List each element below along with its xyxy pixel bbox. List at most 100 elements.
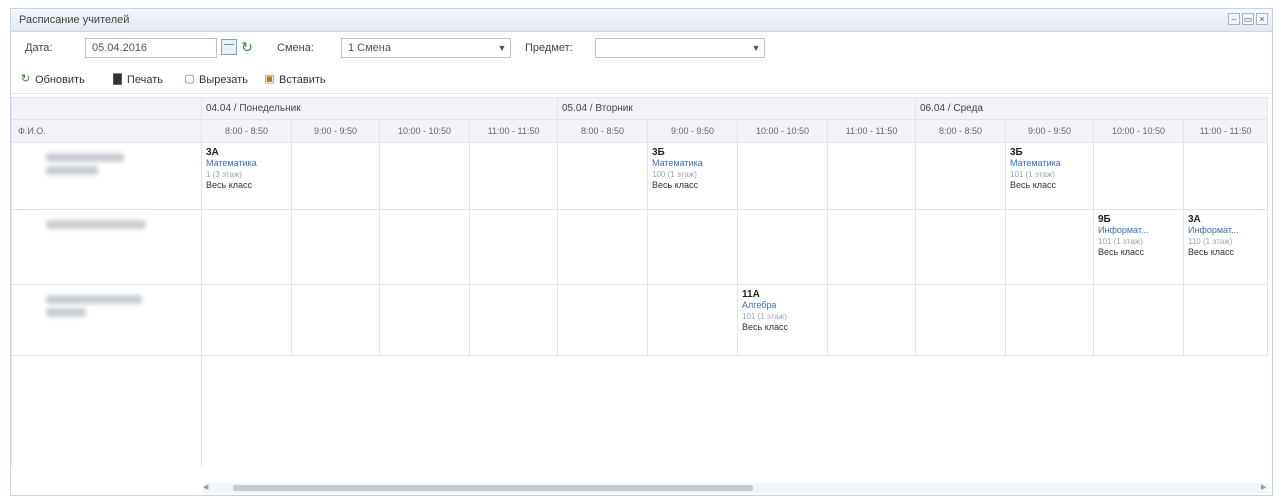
blurred-name [46, 295, 142, 304]
day-header-monday: 04.04 / Понедельник [201, 97, 558, 120]
reset-date-icon[interactable]: ↻ [239, 39, 255, 55]
refresh-icon: ↻ [20, 73, 31, 85]
time-header: 10:00 - 10:50 [1093, 119, 1184, 143]
lesson-cell[interactable] [201, 284, 292, 356]
empty-row [11, 355, 1268, 466]
blurred-name [46, 166, 98, 175]
window-title: Расписание учителей [19, 14, 130, 26]
lesson-cell[interactable] [557, 284, 648, 356]
shift-select[interactable]: 1 Смена [341, 38, 511, 58]
group-label: Весь класс [1010, 180, 1056, 190]
horizontal-scrollbar[interactable]: ◀ ▶ [203, 483, 1269, 493]
lesson-cell[interactable] [469, 209, 558, 285]
subject-select[interactable] [595, 38, 765, 58]
lesson-cell[interactable] [1005, 209, 1094, 285]
lesson-cell[interactable]: 9Б Информат... 101 (1 этаж) Весь класс [1093, 209, 1184, 285]
time-header: 9:00 - 9:50 [291, 119, 380, 143]
title-bar: Расписание учителей – ▭ × [11, 9, 1272, 32]
subject-link[interactable]: Информат... [1098, 225, 1179, 236]
teacher-schedule-window: Расписание учителей – ▭ × Дата: 05.04.20… [10, 8, 1273, 496]
cut-button[interactable]: ▢ Вырезать [183, 73, 248, 86]
lesson-cell[interactable] [291, 209, 380, 285]
paste-button[interactable]: ▣ Вставить [263, 73, 326, 86]
table-row: 3А Математика 1 (3 этаж) Весь класс 3Б М… [11, 142, 1268, 210]
lesson-cell[interactable] [827, 284, 916, 356]
class-label: 3Б [1010, 147, 1023, 158]
lesson-cell[interactable] [737, 142, 828, 210]
lesson-cell[interactable] [379, 209, 470, 285]
lesson-cell[interactable] [1005, 284, 1094, 356]
lesson-cell[interactable] [291, 284, 380, 356]
lesson-cell[interactable] [1183, 142, 1268, 210]
subject-label: Предмет: [525, 42, 573, 54]
class-label: 9Б [1098, 214, 1111, 225]
lesson-cell[interactable] [915, 284, 1006, 356]
room-label: 100 (1 этаж) [652, 170, 697, 179]
chevron-down-icon[interactable]: ▼ [749, 38, 763, 58]
lesson-cell[interactable] [1183, 284, 1268, 356]
empty-cell [201, 355, 1268, 466]
paste-label: Вставить [279, 73, 326, 86]
lesson-cell[interactable] [647, 209, 738, 285]
blurred-name [46, 153, 124, 162]
lesson-cell[interactable]: 3А Информат... 110 (1 этаж) Весь класс [1183, 209, 1268, 285]
room-label: 1 (3 этаж) [206, 170, 242, 179]
lesson-cell[interactable]: 3Б Математика 100 (1 этаж) Весь класс [647, 142, 738, 210]
maximize-button[interactable]: ▭ [1242, 13, 1254, 25]
time-header: 11:00 - 11:50 [469, 119, 558, 143]
lesson-cell[interactable]: 3А Математика 1 (3 этаж) Весь класс [201, 142, 292, 210]
class-label: 3А [1188, 214, 1201, 225]
cut-label: Вырезать [199, 73, 248, 86]
scroll-left-icon[interactable]: ◀ [203, 483, 211, 493]
lesson-cell[interactable] [915, 142, 1006, 210]
printer-icon: ▇ [113, 73, 122, 85]
subject-link[interactable]: Математика [652, 158, 733, 169]
subject-link[interactable]: Информат... [1188, 225, 1263, 236]
lesson-cell[interactable] [469, 284, 558, 356]
lesson-cell[interactable]: 3Б Математика 101 (1 этаж) Весь класс [1005, 142, 1094, 210]
print-button[interactable]: ▇ Печать [111, 73, 163, 86]
lesson-cell[interactable] [379, 284, 470, 356]
lesson-cell[interactable]: 11А Алгебра 101 (1 этаж) Весь класс [737, 284, 828, 356]
refresh-button[interactable]: ↻ Обновить [19, 73, 85, 86]
teacher-name-cell[interactable] [11, 142, 202, 210]
lesson-cell[interactable] [291, 142, 380, 210]
teacher-name-cell[interactable] [11, 284, 202, 356]
subject-link[interactable]: Алгебра [742, 300, 823, 311]
room-label: 101 (1 этаж) [1010, 170, 1055, 179]
cut-icon: ▢ [184, 73, 195, 85]
scrollbar-thumb[interactable] [233, 485, 753, 491]
lesson-cell[interactable] [379, 142, 470, 210]
close-button[interactable]: × [1256, 13, 1268, 25]
fio-column-header[interactable]: Ф.И.О. [11, 119, 202, 143]
lesson-cell[interactable] [201, 209, 292, 285]
lesson-cell[interactable] [737, 209, 828, 285]
lesson-cell[interactable] [557, 209, 648, 285]
group-label: Весь класс [206, 180, 252, 190]
date-field[interactable]: 05.04.2016 [85, 38, 217, 58]
minimize-button[interactable]: – [1228, 13, 1240, 25]
teacher-name-cell[interactable] [11, 209, 202, 285]
time-header: 8:00 - 8:50 [915, 119, 1006, 143]
lesson-cell[interactable] [557, 142, 648, 210]
lesson-cell[interactable] [915, 209, 1006, 285]
lesson-cell[interactable] [1093, 284, 1184, 356]
schedule-table: 04.04 / Понедельник 05.04 / Вторник 06.0… [11, 97, 1268, 466]
scroll-right-icon[interactable]: ▶ [1261, 483, 1269, 493]
calendar-icon[interactable] [221, 39, 237, 55]
paste-icon: ▣ [264, 73, 275, 85]
lesson-cell[interactable] [827, 209, 916, 285]
room-label: 110 (1 этаж) [1188, 237, 1233, 246]
lesson-cell[interactable] [469, 142, 558, 210]
subject-link[interactable]: Математика [206, 158, 287, 169]
time-header: 8:00 - 8:50 [557, 119, 648, 143]
lesson-cell[interactable] [1093, 142, 1184, 210]
subject-link[interactable]: Математика [1010, 158, 1089, 169]
window-controls: – ▭ × [1228, 13, 1268, 25]
refresh-label: Обновить [35, 73, 85, 86]
lesson-cell[interactable] [647, 284, 738, 356]
lesson-cell[interactable] [827, 142, 916, 210]
toolbar: ↻ Обновить ▇ Печать ▢ Вырезать ▣ Вставит… [11, 67, 1272, 94]
chevron-down-icon[interactable]: ▼ [495, 38, 509, 58]
date-label: Дата: [25, 42, 53, 54]
